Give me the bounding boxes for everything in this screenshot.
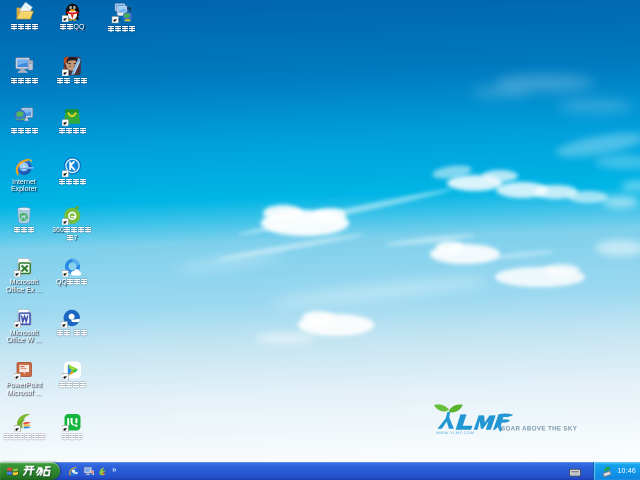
svg-text:WWW.YLMF.COM: WWW.YLMF.COM	[436, 430, 474, 435]
svg-text:SOAR ABOVE THE SKY: SOAR ABOVE THE SKY	[501, 426, 578, 433]
